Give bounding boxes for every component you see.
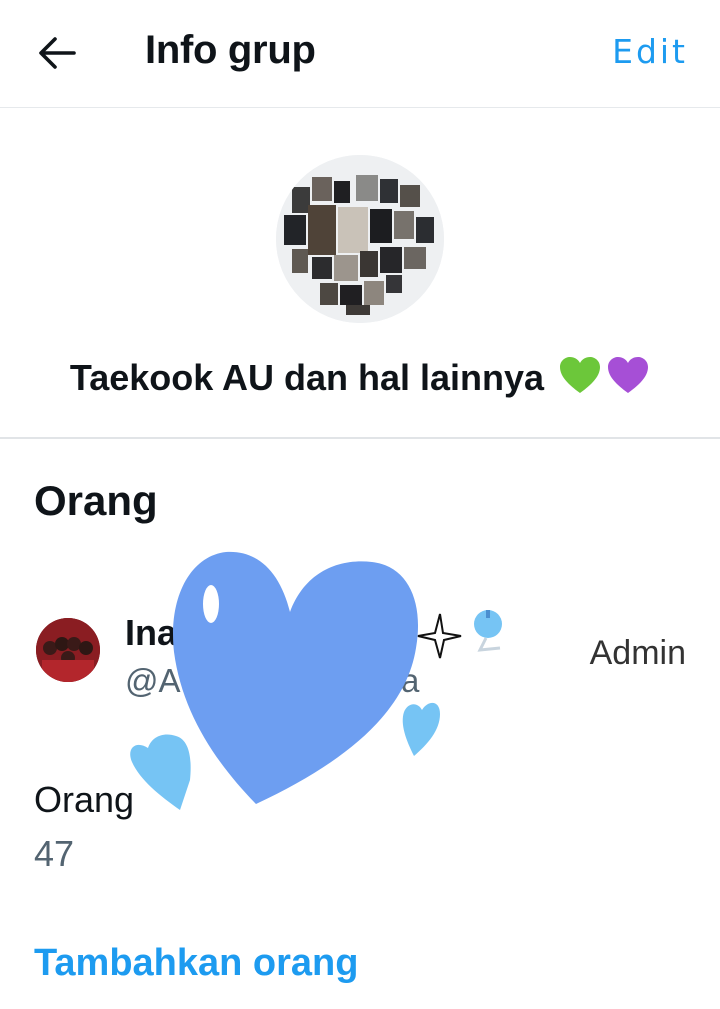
admin-badge: Admin (589, 634, 686, 672)
group-name-text: Taekook AU dan hal lainnya (69, 357, 545, 398)
page-title: Info grup (145, 28, 316, 72)
member-count: 47 (34, 833, 75, 874)
add-people-button[interactable]: Tambahkan orang (34, 942, 358, 985)
member-avatar[interactable] (36, 618, 100, 682)
member-name: Ina (125, 612, 178, 653)
member-handle-start: @A (125, 662, 181, 699)
purple-heart-icon (608, 357, 649, 393)
back-button[interactable] (34, 30, 80, 76)
group-avatar[interactable] (276, 155, 444, 323)
photo-collage-image (276, 155, 444, 323)
people-section-title: Orang (34, 477, 158, 524)
green-heart-icon (560, 357, 601, 393)
small-heart-right-scribble (402, 702, 440, 756)
member-handle: @A a (125, 662, 419, 700)
member-row[interactable]: Ina @A a Admin (0, 590, 720, 710)
member-handle-end: a (401, 662, 420, 699)
small-heart-left-scribble (130, 734, 191, 810)
group-name: Taekook AU dan hal lainnya (0, 355, 720, 399)
top-bar: Info grup Edit (0, 0, 720, 108)
member-count-label: Orang (34, 779, 135, 820)
arrow-left-icon (39, 37, 76, 69)
group-summary: Taekook AU dan hal lainnya (0, 108, 720, 439)
member-avatar-image (36, 618, 100, 682)
edit-button[interactable]: Edit (612, 32, 688, 71)
